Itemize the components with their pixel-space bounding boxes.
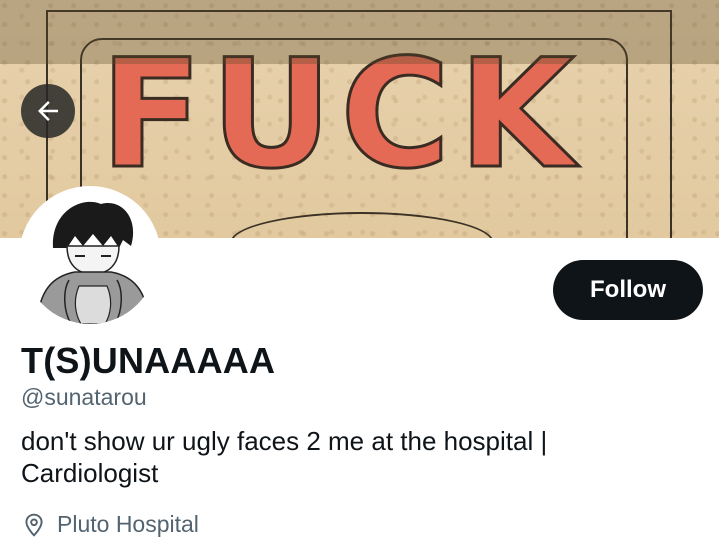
user-handle[interactable]: @sunatarou [21,384,147,411]
banner-top-overlay [0,0,719,64]
profile-bio: don't show ur ugly faces 2 me at the hos… [21,426,548,488]
profile-location: Pluto Hospital [21,511,199,538]
location-pin-icon [25,513,43,537]
avatar-image [23,190,157,324]
arrow-left-icon [38,101,58,121]
avatar[interactable] [19,186,161,328]
display-name: T(S)UNAAAAA [21,340,276,381]
location-text: Pluto Hospital [57,511,199,537]
back-button[interactable] [21,84,75,138]
follow-button[interactable]: Follow [553,260,703,320]
